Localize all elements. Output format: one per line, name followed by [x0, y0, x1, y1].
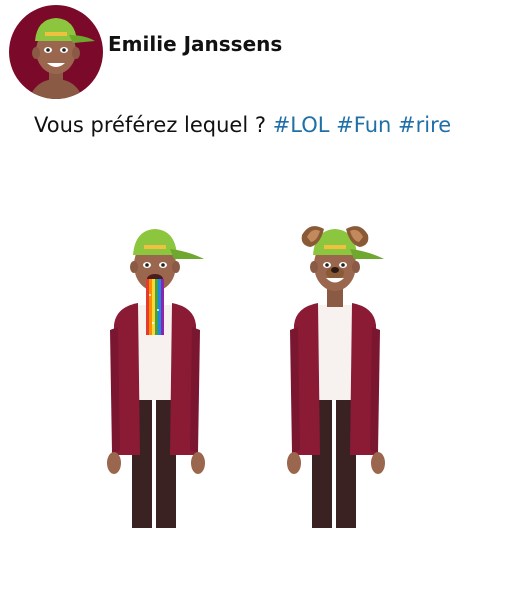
avatar-illustration [30, 18, 95, 99]
post-text-body: Vous préférez lequel ? [34, 113, 267, 137]
hashtag-rire[interactable]: #rire [398, 113, 451, 137]
avatar[interactable] [9, 5, 103, 99]
figure-rainbow-filter [100, 215, 210, 535]
character-rainbow-filter [107, 229, 205, 528]
hashtag-lol[interactable]: #LOL [273, 113, 330, 137]
post-illustration [90, 215, 420, 535]
figure-dog-filter [280, 215, 390, 535]
author-name[interactable]: Emilie Janssens [108, 30, 282, 58]
character-dog-filter [287, 226, 385, 528]
hashtag-fun[interactable]: #Fun [336, 113, 391, 137]
post-text: Vous préférez lequel ? #LOL #Fun #rire [34, 110, 451, 140]
social-post: Emilie Janssens Vous préférez lequel ? #… [0, 0, 512, 616]
